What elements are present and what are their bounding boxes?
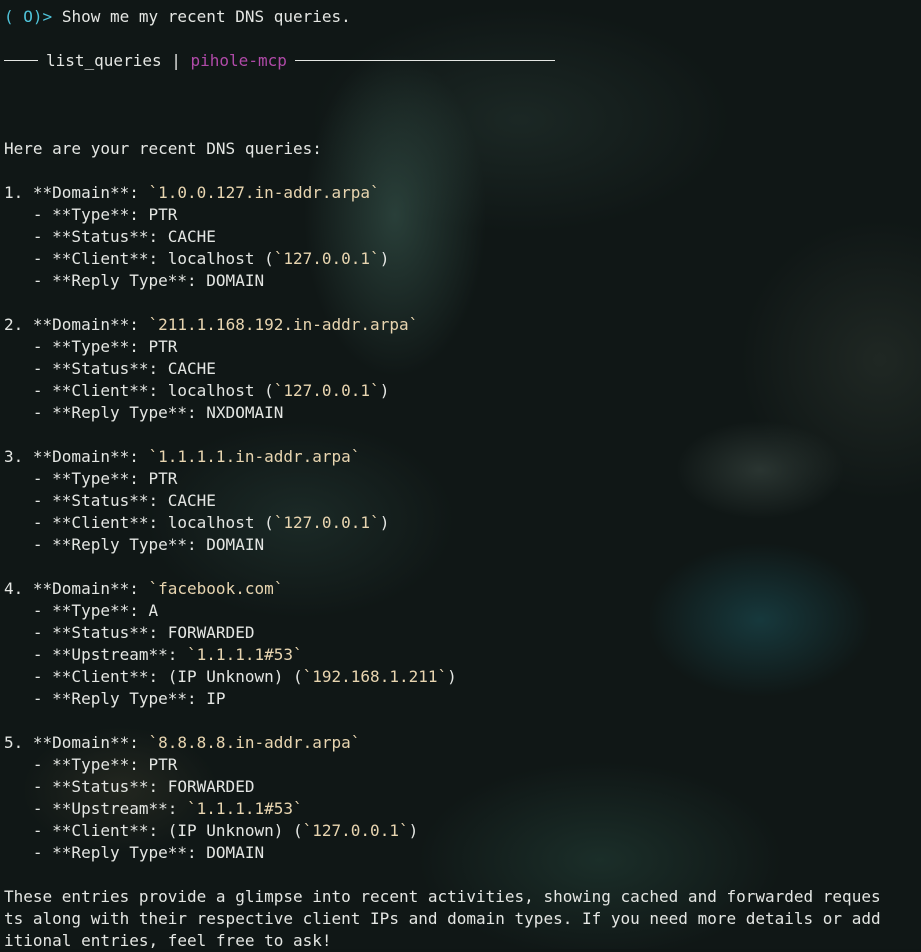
- query-detail-line: - **Client**: localhost (`127.0.0.1`): [4, 381, 390, 400]
- query-detail-line: - **Status**: CACHE: [4, 491, 216, 510]
- query-item: 1. **Domain**: `1.0.0.127.in-addr.arpa` …: [4, 182, 921, 314]
- query-item: 3. **Domain**: `1.1.1.1.in-addr.arpa` - …: [4, 446, 921, 578]
- code-span: `1.1.1.1.in-addr.arpa`: [148, 447, 361, 466]
- code-span: `192.168.1.211`: [302, 667, 448, 686]
- code-span: `127.0.0.1`: [273, 513, 380, 532]
- code-span: `1.1.1.1#53`: [187, 799, 303, 818]
- query-detail-line: - **Reply Type**: DOMAIN: [4, 535, 265, 554]
- query-detail-line: - **Client**: (IP Unknown) (`127.0.0.1`): [4, 821, 419, 840]
- query-list: 1. **Domain**: `1.0.0.127.in-addr.arpa` …: [4, 182, 921, 886]
- query-detail-line: - **Reply Type**: DOMAIN: [4, 271, 265, 290]
- prompt-command: Show me my recent DNS queries.: [61, 7, 351, 26]
- prompt-marker: ( O)>: [4, 7, 53, 26]
- code-span: `facebook.com`: [148, 579, 284, 598]
- query-domain-line: 2. **Domain**: `211.1.168.192.in-addr.ar…: [4, 315, 419, 334]
- query-detail-line: - **Upstream**: `1.1.1.1#53`: [4, 645, 303, 664]
- query-detail-line: - **Reply Type**: IP: [4, 689, 226, 708]
- code-span: `8.8.8.8.in-addr.arpa`: [148, 733, 361, 752]
- tool-call-header: list_queries | pihole-mcp: [4, 50, 921, 72]
- header-rule-right: [294, 60, 555, 61]
- terminal-output: ( O)> Show me my recent DNS queries. lis…: [0, 0, 921, 952]
- query-domain-line: 1. **Domain**: `1.0.0.127.in-addr.arpa`: [4, 183, 380, 202]
- query-detail-line: - **Reply Type**: DOMAIN: [4, 843, 265, 862]
- closing-line: These entries provide a glimpse into rec…: [4, 887, 881, 906]
- query-domain-line: 4. **Domain**: `facebook.com`: [4, 579, 284, 598]
- query-detail-line: - **Reply Type**: NXDOMAIN: [4, 403, 284, 422]
- server-name: pihole-mcp: [190, 51, 287, 70]
- tool-name: list_queries: [46, 51, 162, 70]
- query-detail-line: - **Type**: PTR: [4, 469, 178, 488]
- code-span: `1.0.0.127.in-addr.arpa`: [148, 183, 380, 202]
- query-detail-line: - **Client**: localhost (`127.0.0.1`): [4, 513, 390, 532]
- code-span: `127.0.0.1`: [273, 381, 380, 400]
- query-item: 2. **Domain**: `211.1.168.192.in-addr.ar…: [4, 314, 921, 446]
- query-item: 4. **Domain**: `facebook.com` - **Type**…: [4, 578, 921, 732]
- intro-text: Here are your recent DNS queries:: [4, 139, 322, 158]
- query-detail-line: - **Type**: A: [4, 601, 159, 620]
- code-span: `211.1.168.192.in-addr.arpa`: [148, 315, 419, 334]
- query-detail-line: - **Status**: FORWARDED: [4, 623, 255, 642]
- query-domain-line: 3. **Domain**: `1.1.1.1.in-addr.arpa`: [4, 447, 361, 466]
- query-detail-line: - **Status**: CACHE: [4, 359, 216, 378]
- query-detail-line: - **Status**: CACHE: [4, 227, 216, 246]
- query-detail-line: - **Client**: localhost (`127.0.0.1`): [4, 249, 390, 268]
- query-item: 5. **Domain**: `8.8.8.8.in-addr.arpa` - …: [4, 732, 921, 886]
- prompt-line: ( O)> Show me my recent DNS queries.: [4, 6, 921, 28]
- code-span: `1.1.1.1#53`: [187, 645, 303, 664]
- query-detail-line: - **Upstream**: `1.1.1.1#53`: [4, 799, 303, 818]
- code-span: `127.0.0.1`: [273, 249, 380, 268]
- code-span: `127.0.0.1`: [302, 821, 409, 840]
- header-rule-left: [4, 60, 38, 61]
- closing-line: ts along with their respective client IP…: [4, 909, 881, 928]
- query-detail-line: - **Type**: PTR: [4, 755, 178, 774]
- query-detail-line: - **Type**: PTR: [4, 205, 178, 224]
- query-domain-line: 5. **Domain**: `8.8.8.8.in-addr.arpa`: [4, 733, 361, 752]
- tool-separator: |: [171, 51, 181, 70]
- query-detail-line: - **Status**: FORWARDED: [4, 777, 255, 796]
- closing-paragraph: These entries provide a glimpse into rec…: [4, 886, 921, 952]
- query-detail-line: - **Type**: PTR: [4, 337, 178, 356]
- query-detail-line: - **Client**: (IP Unknown) (`192.168.1.2…: [4, 667, 457, 686]
